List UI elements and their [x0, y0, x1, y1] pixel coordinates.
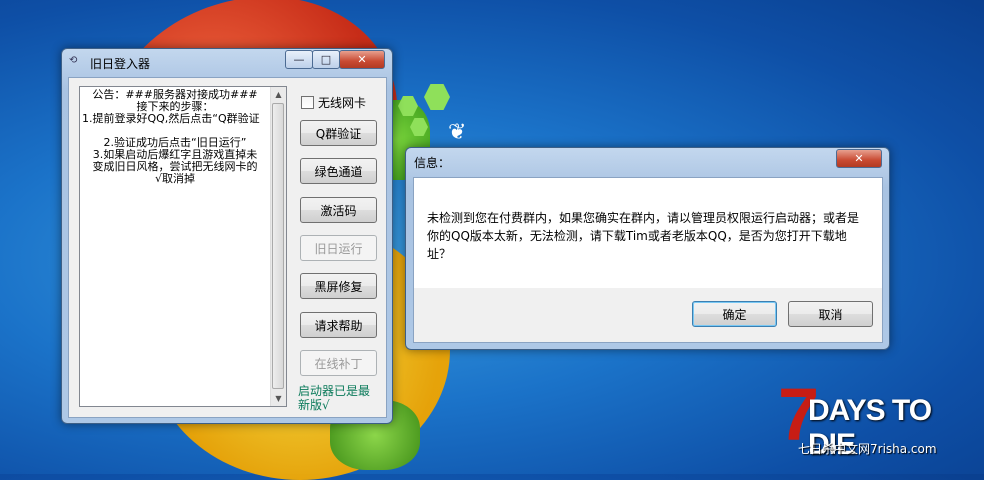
notice-line: √取消掉 — [154, 173, 195, 185]
notice-line: 变成旧日风格，尝试把无线网卡的 — [92, 161, 258, 173]
scroll-thumb[interactable] — [272, 103, 284, 389]
button-label: 确定 — [722, 307, 747, 322]
app-icon: ⟲ — [69, 55, 78, 66]
dialog-close-button[interactable]: ✕ — [836, 149, 882, 168]
watermark-logo: 7 DAYS TO DIE 七日杀中文网7risha.com — [778, 378, 978, 468]
button-label: 请求帮助 — [314, 318, 363, 333]
activation-code-button[interactable]: 激活码 — [300, 197, 377, 223]
window-title: 旧日登入器 — [90, 57, 151, 71]
button-label: 旧日运行 — [314, 241, 363, 256]
request-help-button[interactable]: 请求帮助 — [300, 312, 377, 338]
ok-button[interactable]: 确定 — [692, 301, 777, 327]
notice-scrollbar[interactable]: ▲ ▼ — [270, 87, 286, 406]
black-screen-fix-button[interactable]: 黑屏修复 — [300, 273, 377, 299]
launcher-status-text: 启动器已是最新版√ — [298, 384, 371, 412]
notice-line: 接下来的步骤： — [136, 101, 214, 113]
cancel-button[interactable]: 取消 — [788, 301, 873, 327]
notice-line: 2.验证成功后点击“旧日运行” — [103, 137, 247, 149]
notice-line: 3.如果启动后爆红字且游戏直掉未 — [92, 149, 258, 161]
dialog-footer: 确定 取消 — [413, 288, 883, 343]
notice-textbox[interactable]: 公告：###服务器对接成功### 接下来的步骤： 1.提前登录好QQ,然后点击“… — [79, 86, 287, 407]
qq-group-verify-button[interactable]: Q群验证 — [300, 120, 377, 146]
dialog-message: 未检测到您在付费群内，如果您确实在群内，请以管理员权限运行启动器；或者是你的QQ… — [427, 211, 860, 261]
info-dialog: 信息： ✕ 未检测到您在付费群内，如果您确实在群内，请以管理员权限运行启动器；或… — [405, 147, 890, 350]
close-icon: ✕ — [854, 152, 864, 165]
wireless-card-label: 无线网卡 — [318, 96, 367, 110]
minimize-icon: — — [293, 53, 305, 66]
launcher-titlebar[interactable]: ⟲ 旧日登入器 — □ ✕ — [62, 49, 392, 75]
green-channel-button[interactable]: 绿色通道 — [300, 158, 377, 184]
wallpaper-hexagon — [424, 84, 450, 110]
run-old-days-button[interactable]: 旧日运行 — [300, 235, 377, 261]
scroll-up-icon[interactable]: ▲ — [271, 87, 286, 102]
dialog-body: 未检测到您在付费群内，如果您确实在群内，请以管理员权限运行启动器；或者是你的QQ… — [413, 177, 883, 290]
close-button[interactable]: ✕ — [339, 50, 385, 69]
button-label: Q群验证 — [315, 126, 362, 141]
minimize-button[interactable]: — — [285, 50, 313, 69]
wireless-card-checkbox-row[interactable]: 无线网卡 — [301, 94, 366, 111]
launcher-client-area: 公告：###服务器对接成功### 接下来的步骤： 1.提前登录好QQ,然后点击“… — [68, 77, 387, 418]
button-label: 在线补丁 — [314, 356, 363, 371]
button-label: 绿色通道 — [314, 164, 363, 179]
dialog-title: 信息： — [414, 156, 451, 170]
button-label: 黑屏修复 — [314, 279, 363, 294]
close-icon: ✕ — [357, 53, 367, 66]
wireless-card-checkbox[interactable] — [301, 96, 314, 109]
maximize-button[interactable]: □ — [312, 50, 340, 69]
notice-line: 1.提前登录好QQ,然后点击“Q群验证 — [82, 113, 260, 125]
notice-line: 公告：###服务器对接成功### — [92, 89, 258, 101]
maximize-icon: □ — [320, 53, 332, 66]
site-text: 七日杀中文网7risha.com — [798, 442, 937, 456]
button-label: 激活码 — [320, 203, 357, 218]
launcher-window: ⟲ 旧日登入器 — □ ✕ 公告：###服务器对接成功### 接下来的步骤： 1… — [61, 48, 393, 424]
dialog-titlebar[interactable]: 信息： ✕ — [406, 148, 889, 174]
scroll-down-icon[interactable]: ▼ — [271, 391, 286, 406]
online-patch-button[interactable]: 在线补丁 — [300, 350, 377, 376]
button-label: 取消 — [818, 307, 843, 322]
notice-line — [82, 125, 268, 137]
butterfly-icon: ❦ — [448, 120, 467, 145]
